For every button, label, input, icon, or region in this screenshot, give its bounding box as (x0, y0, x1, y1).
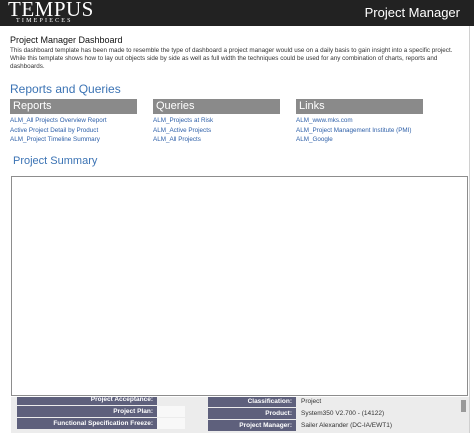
queries-column: Queries ALM_Projects at Risk ALM_Active … (153, 99, 280, 145)
app-title: Project Manager (364, 5, 460, 20)
field-value: Sailer Alexander (DC-IA/EWT1) (301, 422, 393, 429)
project-summary-frame (11, 176, 468, 396)
field-label: Project Manager: (208, 420, 296, 431)
field-value-cell (157, 418, 185, 429)
query-link[interactable]: ALM_All Projects (153, 135, 280, 145)
section-heading-reports-queries: Reports and Queries (10, 82, 121, 96)
logo: TEMPUS (8, 0, 94, 21)
reports-header: Reports (10, 99, 137, 114)
links-header: Links (296, 99, 423, 114)
field-value: Project (301, 398, 322, 405)
field-label: Project Acceptance: (17, 397, 157, 405)
dashboard-description: This dashboard template has been made to… (10, 47, 453, 71)
field-value: System350 V2.700 - (14122) (301, 410, 385, 417)
external-link[interactable]: ALM_www.mks.com (296, 116, 423, 126)
report-link[interactable]: ALM_Project Timeline Summary (10, 135, 137, 145)
app-header: TEMPUS TIMEPIECES Project Manager (0, 0, 474, 26)
reports-column: Reports ALM_All Projects Overview Report… (10, 99, 137, 145)
logo-subtitle: TIMEPIECES (16, 18, 73, 24)
links-column: Links ALM_www.mks.com ALM_Project Manage… (296, 99, 423, 145)
report-link[interactable]: ALM_All Projects Overview Report (10, 116, 137, 126)
summary-details-strip: Project Acceptance: Project Plan: Functi… (11, 397, 469, 433)
query-link[interactable]: ALM_Projects at Risk (153, 116, 280, 126)
page-border (469, 26, 470, 433)
scrollbar-thumb[interactable] (461, 400, 466, 412)
queries-header: Queries (153, 99, 280, 114)
field-label: Classification: (208, 397, 296, 407)
field-label: Functional Specification Freeze: (17, 418, 157, 429)
field-value-cell (157, 406, 185, 417)
external-link[interactable]: ALM_Google (296, 135, 423, 145)
report-link[interactable]: Active Project Detail by Product (10, 126, 137, 136)
external-link[interactable]: ALM_Project Management Institute (PMI) (296, 126, 423, 136)
field-label: Project Plan: (17, 406, 157, 417)
section-heading-project-summary: Project Summary (13, 155, 98, 167)
dashboard-title: Project Manager Dashboard (10, 35, 123, 45)
query-link[interactable]: ALM_Active Projects (153, 126, 280, 136)
field-label: Product: (208, 408, 296, 419)
